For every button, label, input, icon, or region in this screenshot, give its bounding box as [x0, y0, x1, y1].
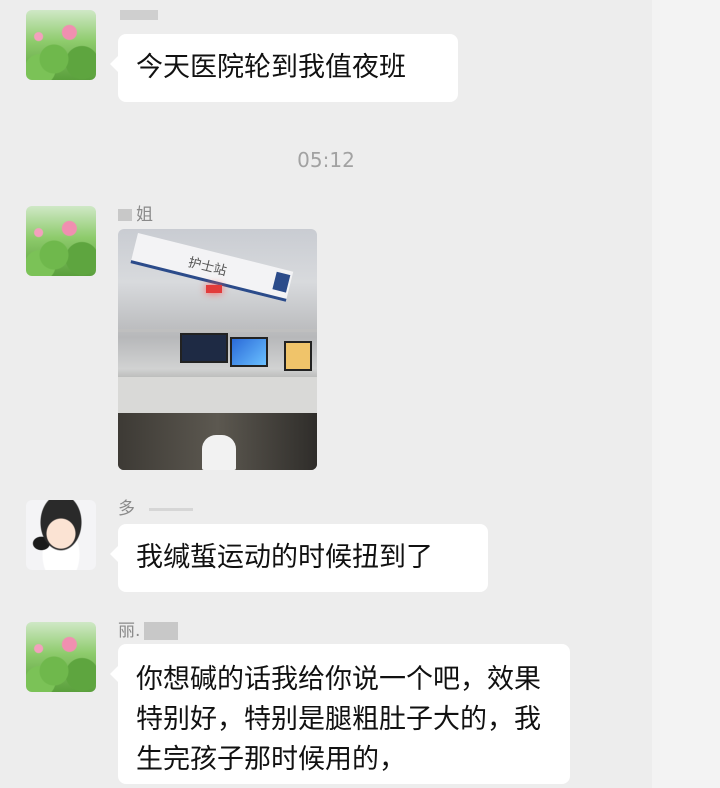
desk	[118, 377, 317, 413]
photo-thumbnail[interactable]: 护士站	[118, 229, 317, 470]
sender-name: 丽.	[118, 616, 179, 641]
message-text: 你想碱的话我给你说一个吧，效果特别好，特别是腿粗肚子大的，我生完孩子那时候用的，	[136, 664, 541, 775]
sender-avatar[interactable]	[26, 622, 96, 692]
message-text: 我缄蜇运动的时候扭到了	[136, 542, 433, 573]
sender-avatar[interactable]	[26, 500, 96, 570]
message-text: 今天医院轮到我值夜班	[136, 52, 406, 83]
sender-avatar[interactable]	[26, 206, 96, 276]
message-bubble[interactable]: 你想碱的话我给你说一个吧，效果特别好，特别是腿粗肚子大的，我生完孩子那时候用的，	[110, 644, 570, 784]
timestamp: 05:12	[297, 148, 355, 172]
chair	[202, 435, 236, 470]
name-blur	[120, 10, 158, 20]
exit-light	[206, 285, 222, 293]
message-bubble[interactable]: 今天医院轮到我值夜班	[110, 34, 458, 102]
side-strip	[652, 0, 720, 788]
message-bubble[interactable]: 我缄蜇运动的时候扭到了	[110, 524, 488, 592]
sender-name: 多	[118, 494, 193, 519]
chat-area: 今天医院轮到我值夜班 05:12 姐 护士站 多 我缄蜇运动的时候扭到了 丽. …	[0, 0, 652, 788]
sender-avatar[interactable]	[26, 10, 96, 80]
sender-name: 姐	[118, 200, 153, 225]
